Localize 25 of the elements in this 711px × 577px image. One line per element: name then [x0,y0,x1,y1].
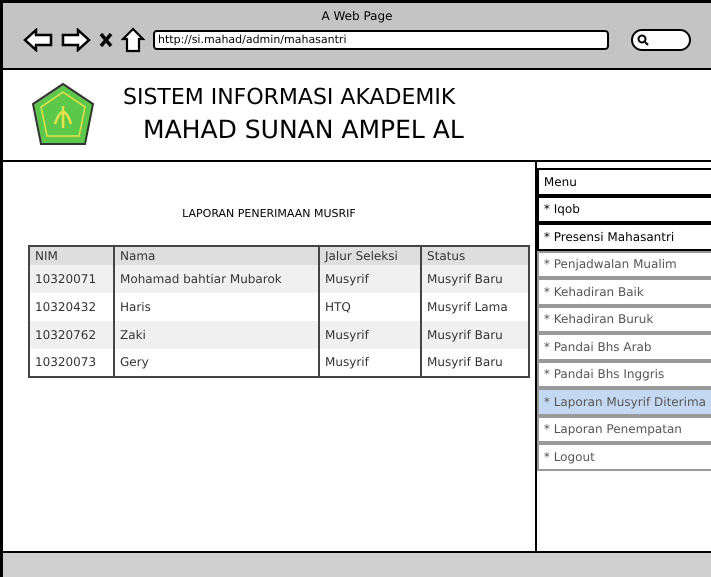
menu-item[interactable]: * Kehadiran Buruk [536,306,711,333]
menu-item[interactable]: * Presensi Mahasantri [536,223,711,250]
close-icon[interactable] [99,32,113,48]
window-title: A Web Page [321,8,393,25]
search-field[interactable] [631,29,691,51]
institution-title: MAHAD SUNAN AMPEL AL [143,114,464,146]
table-cell: Musyrif Baru [421,348,529,376]
menu-item[interactable]: * Laporan Penempatan [536,416,711,443]
search-icon [637,34,649,46]
forward-arrow-icon[interactable] [61,28,91,52]
table-cell: Gery [114,348,319,376]
menu-item[interactable]: * Penjadwalan Mualim [536,250,711,278]
menu-item[interactable]: * Kehadiran Baik [536,278,711,306]
menu-item[interactable]: * Pandai Bhs Arab [536,333,711,360]
menu-item[interactable]: * Logout [536,443,711,470]
menu-item[interactable]: * Laporan Musyrif Diterima [536,388,711,416]
menu-item[interactable]: * Pandai Bhs Inggris [536,360,711,388]
report-title: LAPORAN PENERIMAAN MUSRIF [182,206,356,222]
table-cell: 10320073 [29,348,114,376]
table-cell: Musyrif [319,348,421,376]
home-icon[interactable] [121,27,145,53]
university-logo [31,82,95,148]
system-title: SISTEM INFORMASI AKADEMIK [123,84,456,112]
back-arrow-icon[interactable] [23,28,53,52]
address-field[interactable]: http://si.mahad/admin/mahasantri [153,30,609,50]
